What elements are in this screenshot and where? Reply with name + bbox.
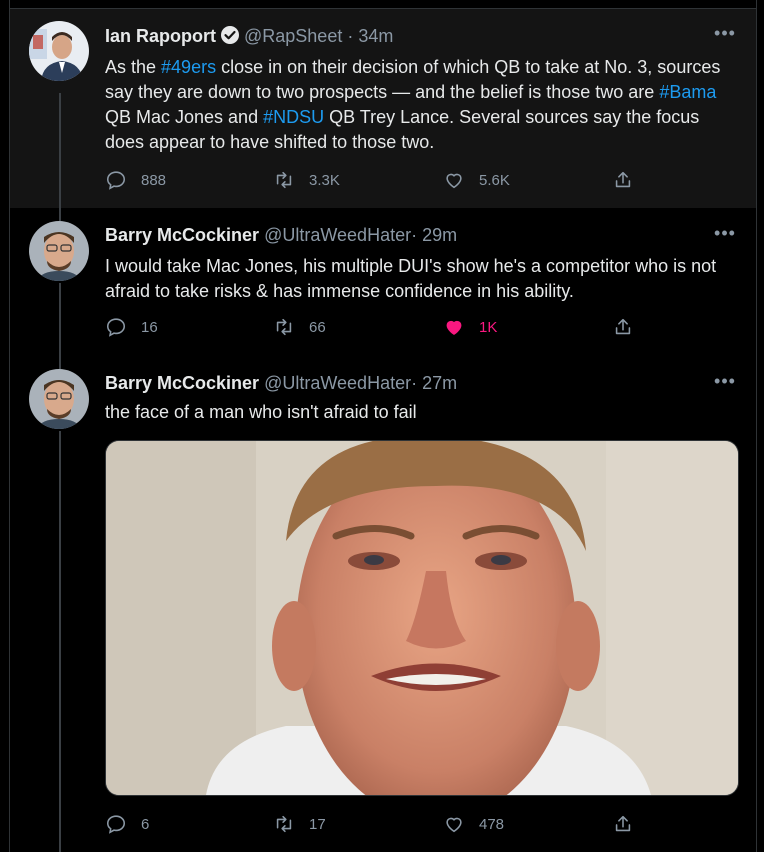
thread-line (59, 283, 61, 353)
reply-icon (106, 318, 126, 337)
verified-badge-icon (220, 25, 240, 50)
tweet-actions: 16 66 1K (105, 316, 725, 340)
attached-photo[interactable] (105, 440, 739, 796)
thread-line (59, 93, 61, 211)
like-icon (446, 817, 462, 833)
tweet-text: As the #49ers close in on their decision… (105, 55, 725, 155)
timestamp[interactable]: · 29m (411, 225, 457, 245)
tweet-reply-1[interactable]: Barry McCockiner @UltraWeedHater· 29m ••… (10, 207, 756, 353)
share-icon (615, 171, 631, 188)
tweet-actions: 888 3.3K 5.6K (105, 169, 725, 193)
tweet-header: Barry McCockiner @UltraWeedHater· 29m (105, 225, 457, 246)
share-button[interactable] (612, 316, 634, 338)
tweet-header: Ian Rapoport @RapSheet · 34m (105, 25, 393, 50)
timestamp[interactable]: · 34m (347, 26, 393, 46)
share-icon (615, 318, 631, 335)
tweet-rapsheet[interactable]: Ian Rapoport @RapSheet · 34m ••• As the #… (10, 8, 756, 211)
like-icon (446, 173, 462, 189)
like-count: 1K (479, 318, 498, 336)
reply-icon (106, 815, 126, 834)
retweet-count: 66 (309, 318, 326, 336)
text-segment: As the (105, 57, 162, 77)
reply-count: 6 (141, 815, 150, 833)
more-icon[interactable]: ••• (714, 224, 736, 243)
retweet-button[interactable]: 3.3K (273, 169, 340, 191)
avatar[interactable] (29, 369, 89, 429)
like-count: 5.6K (479, 171, 510, 189)
timeline: Ian Rapoport @RapSheet · 34m ••• As the #… (9, 0, 757, 852)
like-button[interactable]: 1K (443, 316, 497, 338)
reply-count: 16 (141, 318, 158, 336)
tweet-text: I would take Mac Jones, his multiple DUI… (105, 256, 717, 301)
more-icon[interactable]: ••• (714, 24, 736, 43)
retweet-count: 17 (309, 815, 326, 833)
share-button[interactable] (612, 169, 634, 191)
retweet-icon (276, 318, 292, 336)
like-button[interactable]: 5.6K (443, 169, 510, 191)
thread-line (59, 207, 61, 221)
reply-button[interactable]: 888 (105, 169, 166, 191)
retweet-count: 3.3K (309, 171, 340, 189)
retweet-button[interactable]: 66 (273, 316, 326, 338)
reply-count: 888 (141, 171, 167, 189)
text-segment: QB Mac Jones and (105, 107, 264, 127)
avatar[interactable] (29, 221, 89, 281)
like-count: 478 (479, 815, 505, 833)
author-name[interactable]: Barry McCockiner (105, 373, 259, 393)
like-icon (446, 320, 462, 335)
tweet-actions: 6 17 478 (105, 813, 725, 837)
hashtag-49ers[interactable]: #49ers (161, 57, 216, 77)
author-name[interactable]: Barry McCockiner (105, 225, 259, 245)
avatar[interactable] (29, 21, 89, 81)
tweet-text: the face of a man who isn't afraid to fa… (105, 402, 417, 422)
more-icon[interactable]: ••• (714, 372, 736, 391)
reply-button[interactable]: 6 (105, 813, 149, 835)
tweet-reply-2[interactable]: Barry McCockiner @UltraWeedHater· 27m ••… (10, 353, 756, 852)
retweet-icon (276, 171, 292, 189)
reply-button[interactable]: 16 (105, 316, 158, 338)
like-button[interactable]: 478 (443, 813, 504, 835)
hashtag-ndsu[interactable]: #NDSU (263, 107, 324, 127)
share-button[interactable] (612, 813, 634, 835)
retweet-button[interactable]: 17 (273, 813, 326, 835)
hashtag-bama[interactable]: #Bama (659, 82, 716, 102)
reply-icon (106, 171, 126, 190)
tweet-header: Barry McCockiner @UltraWeedHater· 27m (105, 373, 457, 394)
author-name[interactable]: Ian Rapoport (105, 26, 216, 46)
author-handle[interactable]: @RapSheet (244, 26, 342, 46)
thread-line (59, 431, 61, 852)
timestamp[interactable]: · 27m (411, 373, 457, 393)
share-icon (615, 815, 631, 832)
author-handle[interactable]: @UltraWeedHater (264, 373, 411, 393)
author-handle[interactable]: @UltraWeedHater (264, 225, 411, 245)
thread-line (59, 353, 61, 369)
retweet-icon (276, 815, 292, 833)
